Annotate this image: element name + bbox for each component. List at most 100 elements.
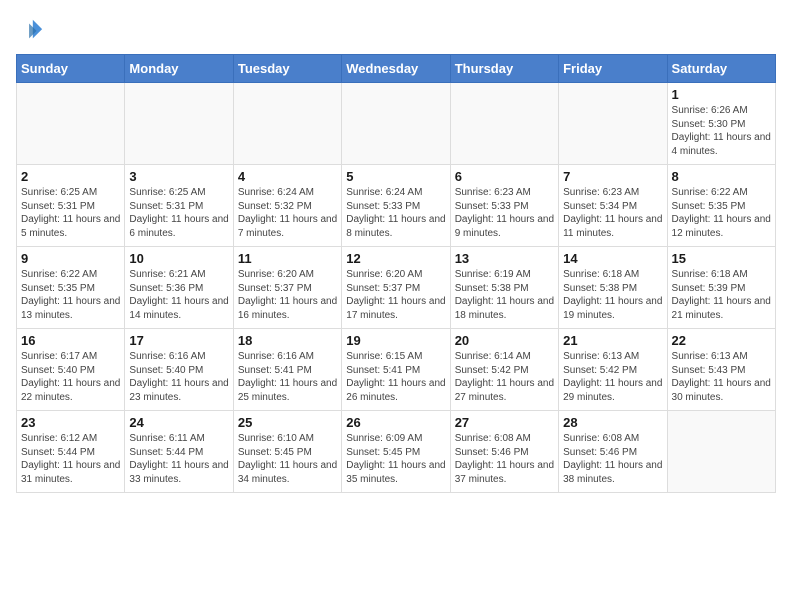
day-number: 20 <box>455 333 554 348</box>
calendar-cell: 8Sunrise: 6:22 AM Sunset: 5:35 PM Daylig… <box>667 165 775 247</box>
day-info: Sunrise: 6:21 AM Sunset: 5:36 PM Dayligh… <box>129 268 228 322</box>
calendar-cell: 23 Sunrise: 6:12 AM Sunset: 5:44 PM Dayli… <box>17 411 125 493</box>
weekday-header-friday: Friday <box>559 55 667 83</box>
day-number: 27 <box>455 415 554 430</box>
day-number: 7 <box>563 169 662 184</box>
day-number: 24 <box>129 415 228 430</box>
day-number: 22 <box>672 333 771 348</box>
day-info: Sunrise: 6:18 AM Sunset: 5:38 PM Dayligh… <box>563 268 662 322</box>
calendar-cell: 1 Sunrise: 6:26 AM Sunset: 5:30 PM Daylig… <box>667 83 775 165</box>
week-row-1: 1 Sunrise: 6:26 AM Sunset: 5:30 PM Daylig… <box>17 83 776 165</box>
calendar-cell: 24 Sunrise: 6:11 AM Sunset: 5:44 PM Dayli… <box>125 411 233 493</box>
day-info: Sunrise: 6:19 AM Sunset: 5:38 PM Dayligh… <box>455 268 554 322</box>
day-info: Sunrise: 6:11 AM Sunset: 5:44 PM Dayligh… <box>129 432 228 486</box>
day-number: 21 <box>563 333 662 348</box>
calendar-cell: 19 Sunrise: 6:15 AM Sunset: 5:41 PM Dayli… <box>342 329 450 411</box>
weekday-header-wednesday: Wednesday <box>342 55 450 83</box>
calendar-cell: 18 Sunrise: 6:16 AM Sunset: 5:41 PM Dayli… <box>233 329 341 411</box>
week-row-5: 23 Sunrise: 6:12 AM Sunset: 5:44 PM Dayli… <box>17 411 776 493</box>
calendar-cell: 17 Sunrise: 6:16 AM Sunset: 5:40 PM Dayli… <box>125 329 233 411</box>
calendar-cell <box>125 83 233 165</box>
day-info: Sunrise: 6:13 AM Sunset: 5:43 PM Dayligh… <box>672 350 771 404</box>
calendar-cell <box>667 411 775 493</box>
calendar-cell: 5Sunrise: 6:24 AM Sunset: 5:33 PM Daylig… <box>342 165 450 247</box>
calendar-cell: 22 Sunrise: 6:13 AM Sunset: 5:43 PM Dayli… <box>667 329 775 411</box>
day-info: Sunrise: 6:08 AM Sunset: 5:46 PM Dayligh… <box>455 432 554 486</box>
day-number: 3 <box>129 169 228 184</box>
day-info: Sunrise: 6:08 AM Sunset: 5:46 PM Dayligh… <box>563 432 662 486</box>
day-info: Sunrise: 6:17 AM Sunset: 5:40 PM Dayligh… <box>21 350 120 404</box>
calendar-cell: 13 Sunrise: 6:19 AM Sunset: 5:38 PM Dayli… <box>450 247 558 329</box>
calendar-cell: 20 Sunrise: 6:14 AM Sunset: 5:42 PM Dayli… <box>450 329 558 411</box>
calendar-cell: 3 Sunrise: 6:25 AM Sunset: 5:31 PM Daylig… <box>125 165 233 247</box>
week-row-2: 2 Sunrise: 6:25 AM Sunset: 5:31 PM Daylig… <box>17 165 776 247</box>
week-row-4: 16 Sunrise: 6:17 AM Sunset: 5:40 PM Dayli… <box>17 329 776 411</box>
calendar-cell: 9 Sunrise: 6:22 AM Sunset: 5:35 PM Daylig… <box>17 247 125 329</box>
calendar-cell: 16 Sunrise: 6:17 AM Sunset: 5:40 PM Dayli… <box>17 329 125 411</box>
day-number: 13 <box>455 251 554 266</box>
day-info: Sunrise: 6:13 AM Sunset: 5:42 PM Dayligh… <box>563 350 662 404</box>
calendar-cell <box>17 83 125 165</box>
calendar-cell: 15Sunrise: 6:18 AM Sunset: 5:39 PM Dayli… <box>667 247 775 329</box>
day-info: Sunrise: 6:22 AM Sunset: 5:35 PM Dayligh… <box>672 186 771 240</box>
day-info: Sunrise: 6:24 AM Sunset: 5:33 PM Dayligh… <box>346 186 445 240</box>
calendar-cell: 25 Sunrise: 6:10 AM Sunset: 5:45 PM Dayli… <box>233 411 341 493</box>
day-number: 12 <box>346 251 445 266</box>
day-number: 19 <box>346 333 445 348</box>
day-info: Sunrise: 6:25 AM Sunset: 5:31 PM Dayligh… <box>129 186 228 240</box>
calendar-cell: 7 Sunrise: 6:23 AM Sunset: 5:34 PM Daylig… <box>559 165 667 247</box>
day-info: Sunrise: 6:25 AM Sunset: 5:31 PM Dayligh… <box>21 186 120 240</box>
logo <box>16 16 48 44</box>
weekday-header-sunday: Sunday <box>17 55 125 83</box>
day-info: Sunrise: 6:22 AM Sunset: 5:35 PM Dayligh… <box>21 268 120 322</box>
calendar-cell: 28Sunrise: 6:08 AM Sunset: 5:46 PM Dayli… <box>559 411 667 493</box>
day-number: 4 <box>238 169 337 184</box>
calendar-cell: 26Sunrise: 6:09 AM Sunset: 5:45 PM Dayli… <box>342 411 450 493</box>
day-number: 17 <box>129 333 228 348</box>
calendar: SundayMondayTuesdayWednesdayThursdayFrid… <box>16 54 776 493</box>
day-number: 2 <box>21 169 120 184</box>
day-info: Sunrise: 6:23 AM Sunset: 5:34 PM Dayligh… <box>563 186 662 240</box>
page-header <box>16 16 776 44</box>
day-number: 9 <box>21 251 120 266</box>
day-info: Sunrise: 6:24 AM Sunset: 5:32 PM Dayligh… <box>238 186 337 240</box>
calendar-cell: 11 Sunrise: 6:20 AM Sunset: 5:37 PM Dayli… <box>233 247 341 329</box>
weekday-header-thursday: Thursday <box>450 55 558 83</box>
day-number: 23 <box>21 415 120 430</box>
calendar-header-row: SundayMondayTuesdayWednesdayThursdayFrid… <box>17 55 776 83</box>
day-info: Sunrise: 6:16 AM Sunset: 5:40 PM Dayligh… <box>129 350 228 404</box>
day-number: 26 <box>346 415 445 430</box>
day-info: Sunrise: 6:10 AM Sunset: 5:45 PM Dayligh… <box>238 432 337 486</box>
day-info: Sunrise: 6:20 AM Sunset: 5:37 PM Dayligh… <box>346 268 445 322</box>
day-number: 25 <box>238 415 337 430</box>
day-number: 16 <box>21 333 120 348</box>
day-info: Sunrise: 6:26 AM Sunset: 5:30 PM Dayligh… <box>672 104 771 158</box>
calendar-cell: 27 Sunrise: 6:08 AM Sunset: 5:46 PM Dayli… <box>450 411 558 493</box>
day-info: Sunrise: 6:23 AM Sunset: 5:33 PM Dayligh… <box>455 186 554 240</box>
day-info: Sunrise: 6:20 AM Sunset: 5:37 PM Dayligh… <box>238 268 337 322</box>
calendar-cell <box>559 83 667 165</box>
week-row-3: 9 Sunrise: 6:22 AM Sunset: 5:35 PM Daylig… <box>17 247 776 329</box>
weekday-header-saturday: Saturday <box>667 55 775 83</box>
day-info: Sunrise: 6:16 AM Sunset: 5:41 PM Dayligh… <box>238 350 337 404</box>
day-info: Sunrise: 6:15 AM Sunset: 5:41 PM Dayligh… <box>346 350 445 404</box>
day-info: Sunrise: 6:12 AM Sunset: 5:44 PM Dayligh… <box>21 432 120 486</box>
day-number: 6 <box>455 169 554 184</box>
calendar-cell: 21 Sunrise: 6:13 AM Sunset: 5:42 PM Dayli… <box>559 329 667 411</box>
day-info: Sunrise: 6:14 AM Sunset: 5:42 PM Dayligh… <box>455 350 554 404</box>
calendar-cell <box>342 83 450 165</box>
weekday-header-monday: Monday <box>125 55 233 83</box>
day-number: 1 <box>672 87 771 102</box>
day-number: 18 <box>238 333 337 348</box>
calendar-cell: 2 Sunrise: 6:25 AM Sunset: 5:31 PM Daylig… <box>17 165 125 247</box>
logo-icon <box>16 16 44 44</box>
calendar-cell: 12 Sunrise: 6:20 AM Sunset: 5:37 PM Dayli… <box>342 247 450 329</box>
day-number: 15 <box>672 251 771 266</box>
calendar-cell: 6 Sunrise: 6:23 AM Sunset: 5:33 PM Daylig… <box>450 165 558 247</box>
weekday-header-tuesday: Tuesday <box>233 55 341 83</box>
calendar-cell: 14Sunrise: 6:18 AM Sunset: 5:38 PM Dayli… <box>559 247 667 329</box>
calendar-cell <box>233 83 341 165</box>
day-number: 11 <box>238 251 337 266</box>
calendar-cell: 10Sunrise: 6:21 AM Sunset: 5:36 PM Dayli… <box>125 247 233 329</box>
calendar-cell <box>450 83 558 165</box>
